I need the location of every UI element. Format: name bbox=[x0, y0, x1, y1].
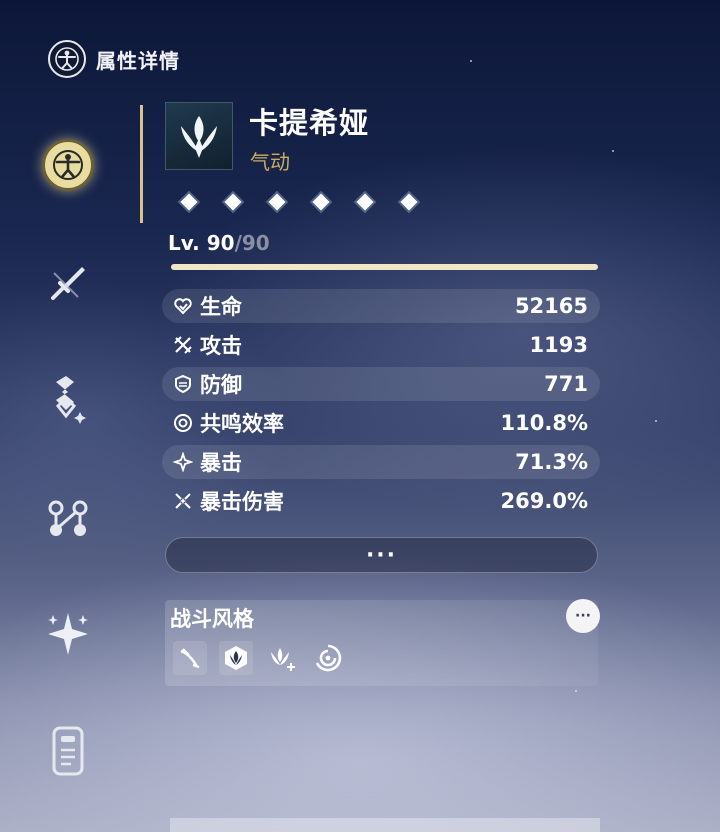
stat-value: 52165 bbox=[514, 294, 588, 318]
level-separator: / bbox=[234, 231, 242, 255]
nav-forte[interactable] bbox=[40, 492, 96, 548]
vitruvian-icon bbox=[48, 40, 86, 78]
level-current: 90 bbox=[206, 231, 235, 255]
background-star bbox=[655, 420, 657, 422]
level-max: 90 bbox=[241, 231, 270, 255]
resonance-node bbox=[356, 193, 374, 211]
level-progress-bar bbox=[171, 264, 598, 270]
wing-plus-tag-icon[interactable] bbox=[265, 641, 299, 675]
stat-value: 1193 bbox=[529, 333, 588, 357]
resonance-node bbox=[312, 193, 330, 211]
nav-attributes[interactable] bbox=[40, 137, 96, 193]
resonance-node bbox=[400, 193, 418, 211]
slash-tag-icon[interactable] bbox=[173, 641, 207, 675]
combat-style-tags bbox=[173, 641, 345, 675]
resonance-icon bbox=[172, 412, 194, 434]
combat-style-title: 战斗风格 bbox=[170, 607, 254, 631]
nav-profile[interactable] bbox=[40, 724, 96, 780]
background-star bbox=[470, 60, 472, 62]
level-progress-fill bbox=[171, 264, 598, 270]
nav-resonance-chain[interactable] bbox=[40, 606, 96, 662]
stat-label: 暴击 bbox=[200, 451, 242, 475]
stat-row-def: 防御 771 bbox=[162, 367, 600, 401]
stat-row-energy-regen: 共鸣效率 110.8% bbox=[162, 406, 600, 440]
character-name: 卡提希娅 bbox=[249, 106, 370, 140]
stat-label: 生命 bbox=[200, 295, 242, 319]
stat-row-hp: 生命 52165 bbox=[162, 289, 600, 323]
resonance-node bbox=[224, 193, 242, 211]
stat-label: 暴击伤害 bbox=[200, 490, 284, 514]
aero-element-icon bbox=[165, 102, 233, 170]
stat-row-crit-dmg: 暴击伤害 269.0% bbox=[162, 484, 600, 518]
stat-label: 共鸣效率 bbox=[200, 412, 284, 436]
swords-icon bbox=[172, 334, 194, 356]
nav-active-indicator bbox=[140, 105, 143, 223]
stat-row-atk: 攻击 1193 bbox=[162, 328, 600, 362]
bottom-panel-edge bbox=[170, 818, 600, 832]
card-icon bbox=[52, 726, 84, 776]
combat-style-more-button[interactable]: ··· bbox=[566, 599, 600, 633]
swirl-tag-icon[interactable] bbox=[311, 641, 345, 675]
shield-icon bbox=[172, 373, 194, 395]
crit-damage-icon bbox=[172, 490, 194, 512]
stat-row-crit-rate: 暴击 71.3% bbox=[162, 445, 600, 479]
resonance-node bbox=[268, 193, 286, 211]
stat-value: 71.3% bbox=[515, 450, 588, 474]
heart-icon bbox=[172, 295, 194, 317]
page-title: 属性详情 bbox=[96, 48, 180, 73]
more-stats-button[interactable]: ··· bbox=[165, 537, 598, 573]
stat-label: 攻击 bbox=[200, 334, 242, 358]
character-level: Lv. 90/90 bbox=[168, 231, 270, 255]
sparkle-icon bbox=[48, 613, 88, 655]
stat-label: 防御 bbox=[200, 373, 242, 397]
echo-icon bbox=[55, 376, 86, 424]
nav-echo[interactable] bbox=[40, 370, 96, 426]
character-element: 气动 bbox=[250, 150, 290, 174]
background-star bbox=[612, 150, 614, 152]
resonance-node bbox=[180, 193, 198, 211]
vitruvian-icon bbox=[42, 139, 94, 191]
emblem-tag-icon[interactable] bbox=[219, 641, 253, 675]
crit-icon bbox=[172, 451, 194, 473]
stat-value: 771 bbox=[544, 372, 588, 396]
forte-icon bbox=[48, 500, 88, 536]
page-header: 属性详情 bbox=[48, 40, 180, 78]
nav-weapon[interactable] bbox=[40, 255, 96, 311]
sword-icon bbox=[51, 267, 85, 300]
level-prefix: Lv. bbox=[168, 231, 207, 255]
resonance-node-row bbox=[180, 193, 418, 211]
stat-value: 269.0% bbox=[500, 489, 588, 513]
background-star bbox=[575, 690, 577, 692]
stat-value: 110.8% bbox=[500, 411, 588, 435]
